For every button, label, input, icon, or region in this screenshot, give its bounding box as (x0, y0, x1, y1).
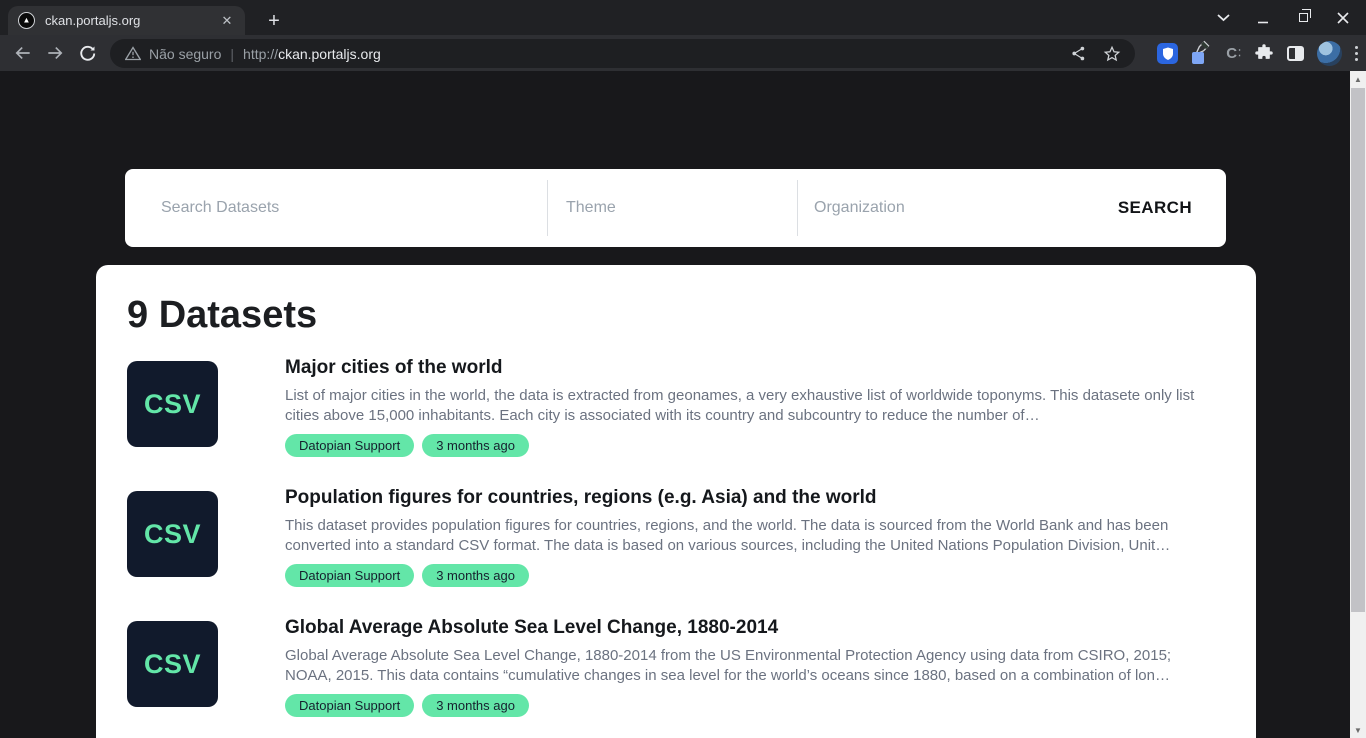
scroll-down-icon[interactable]: ▼ (1350, 722, 1366, 738)
omnibox-separator: | (230, 46, 234, 62)
extensions-area: C⁚ (1157, 35, 1358, 71)
bookmark-star-icon[interactable] (1103, 45, 1121, 63)
new-tab-button[interactable]: + (262, 9, 286, 33)
dataset-title-link[interactable]: Global Average Absolute Sea Level Change… (285, 616, 1225, 640)
restore-button[interactable] (1290, 5, 1316, 31)
dataset-title-link[interactable]: Population figures for countries, region… (285, 486, 1225, 510)
side-panel-icon[interactable] (1287, 46, 1304, 61)
tab-title: ckan.portaljs.org (45, 13, 219, 28)
url-scheme: http:// (243, 46, 278, 62)
close-window-button[interactable] (1330, 5, 1356, 31)
dataset-description: This dataset provides population figures… (285, 516, 1221, 556)
tab-search-chevron-icon[interactable] (1210, 5, 1236, 31)
updated-badge: 3 months ago (422, 564, 529, 587)
dataset-search-bar: SEARCH (125, 169, 1226, 247)
dataset-format-thumbnail[interactable]: CSV (127, 621, 218, 707)
tab-strip: ▲ ckan.portaljs.org ✕ + (0, 0, 1366, 35)
address-bar[interactable]: Não seguro | http://ckan.portaljs.org (110, 39, 1135, 68)
results-heading: 9 Datasets (127, 293, 1256, 337)
eyedropper-extension-icon[interactable] (1191, 42, 1213, 64)
results-card: 9 Datasets CSV Major cities of the world… (96, 265, 1256, 738)
updated-badge: 3 months ago (422, 694, 529, 717)
dataset-row: CSV Global Average Absolute Sea Level Ch… (127, 621, 1256, 717)
extensions-puzzle-icon[interactable] (1254, 43, 1274, 63)
site-favicon-icon: ▲ (18, 12, 35, 29)
updated-badge: 3 months ago (422, 434, 529, 457)
scrollbar-thumb[interactable] (1351, 88, 1365, 612)
dataset-format-thumbnail[interactable]: CSV (127, 491, 218, 577)
c-extension-icon[interactable]: C⁚ (1226, 45, 1241, 62)
dataset-row: CSV Population figures for countries, re… (127, 491, 1256, 587)
reload-button[interactable] (73, 39, 101, 67)
window-controls (1210, 0, 1366, 35)
page-viewport: SEARCH 9 Datasets CSV Major cities of th… (0, 71, 1366, 738)
organization-badge[interactable]: Datopian Support (285, 694, 414, 717)
theme-input[interactable] (566, 199, 797, 217)
format-label: CSV (144, 649, 201, 680)
search-button[interactable]: SEARCH (1118, 198, 1192, 218)
page-scrollbar[interactable]: ▲ ▼ (1350, 71, 1366, 738)
dataset-row: CSV Major cities of the world List of ma… (127, 361, 1256, 457)
format-label: CSV (144, 519, 201, 550)
share-icon[interactable] (1070, 45, 1087, 62)
not-secure-warning-icon (125, 46, 141, 61)
dataset-description: List of major cities in the world, the d… (285, 386, 1221, 426)
organization-badge[interactable]: Datopian Support (285, 564, 414, 587)
minimize-button[interactable] (1250, 5, 1276, 31)
theme-field[interactable] (547, 180, 797, 236)
profile-avatar[interactable] (1317, 41, 1342, 66)
organization-field[interactable] (797, 180, 1047, 236)
scroll-up-icon[interactable]: ▲ (1350, 71, 1366, 87)
search-field[interactable] (125, 169, 547, 247)
browser-menu-icon[interactable] (1355, 46, 1358, 61)
dataset-format-thumbnail[interactable]: CSV (127, 361, 218, 447)
bitwarden-extension-icon[interactable] (1157, 43, 1178, 64)
format-label: CSV (144, 389, 201, 420)
search-input[interactable] (161, 199, 547, 217)
security-label[interactable]: Não seguro (149, 46, 221, 62)
browser-toolbar: Não seguro | http://ckan.portaljs.org C⁚ (0, 35, 1366, 71)
forward-button[interactable] (41, 39, 69, 67)
tab-close-icon[interactable]: ✕ (219, 13, 235, 29)
dataset-title-link[interactable]: Major cities of the world (285, 356, 1225, 380)
url-host: ckan.portaljs.org (278, 46, 381, 62)
dataset-description: Global Average Absolute Sea Level Change… (285, 646, 1221, 686)
organization-input[interactable] (814, 199, 1047, 217)
organization-badge[interactable]: Datopian Support (285, 434, 414, 457)
browser-tab[interactable]: ▲ ckan.portaljs.org ✕ (8, 6, 245, 35)
back-button[interactable] (9, 39, 37, 67)
